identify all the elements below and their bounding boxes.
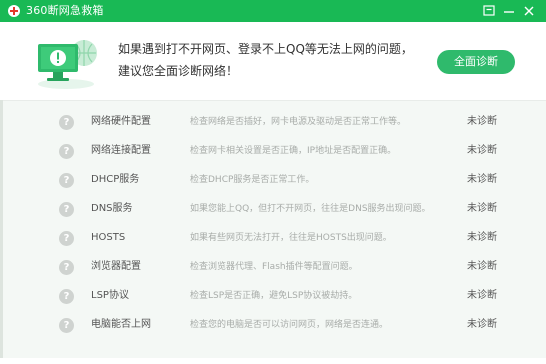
full-diagnosis-button[interactable]: 全面诊断 [437,50,515,74]
check-status: 未诊断 [467,174,497,185]
check-row: ? 网络连接配置 检查网卡相关设置是否正确，IP地址是否配置正确。 未诊断 [0,137,546,165]
check-row: ? 浏览器配置 检查浏览器代理、Flash插件等配置问题。 未诊断 [0,253,546,281]
minimize-icon [504,11,514,13]
check-status: 未诊断 [467,261,497,272]
question-icon: ? [59,144,74,159]
check-row: ? LSP协议 检查LSP是否正确，避免LSP协议被劫持。 未诊断 [0,282,546,310]
check-status: 未诊断 [467,232,497,243]
check-name: 电脑能否上网 [91,319,151,330]
check-description: 检查您的电脑是否可以访问网页，网络是否连通。 [190,320,389,330]
question-icon: ? [59,289,74,304]
bottom-edge [0,358,546,364]
minimize-button[interactable] [500,2,518,20]
check-status: 未诊断 [467,116,497,127]
check-description: 检查DHCP服务是否正常工作。 [190,175,315,185]
menu-icon [483,5,495,16]
check-description: 检查LSP是否正确，避免LSP协议被劫持。 [190,291,358,301]
check-row: ? 电脑能否上网 检查您的电脑是否可以访问网页，网络是否连通。 未诊断 [0,311,546,339]
check-status: 未诊断 [467,319,497,330]
check-status: 未诊断 [467,145,497,156]
question-icon: ? [59,231,74,246]
app-logo-icon [8,5,20,17]
headline-text: 如果遇到打不开网页、登录不上QQ等无法上网的问题， 建议您全面诊断网络！ [118,38,418,82]
check-status: 未诊断 [467,203,497,214]
diagnosis-window: 360断网急救箱 如果遇到打不开网页、登录不上QQ等无法上网的问题， 建议您全面… [0,0,546,364]
check-name: HOSTS [91,232,126,243]
check-description: 检查网卡相关设置是否正确，IP地址是否配置正确。 [190,146,397,156]
question-icon: ? [59,173,74,188]
check-name: 浏览器配置 [91,261,141,272]
check-description: 检查浏览器代理、Flash插件等配置问题。 [190,262,358,272]
check-description: 如果有些网页无法打开，往往是HOSTS出现问题。 [190,233,392,243]
headline-line-2: 建议您全面诊断网络！ [118,64,239,78]
check-description: 检查网络是否插好，网卡电源及驱动是否正常工作等。 [190,117,407,127]
check-row: ? HOSTS 如果有些网页无法打开，往往是HOSTS出现问题。 未诊断 [0,224,546,252]
menu-button[interactable] [480,2,498,20]
check-name: DHCP服务 [91,174,140,185]
close-button[interactable] [520,2,538,20]
check-status: 未诊断 [467,290,497,301]
question-icon: ? [59,202,74,217]
check-row: ? 网络硬件配置 检查网络是否插好，网卡电源及驱动是否正常工作等。 未诊断 [0,108,546,136]
title-bar: 360断网急救箱 [0,0,546,22]
check-name: 网络连接配置 [91,145,151,156]
check-description: 如果您能上QQ，但打不开网页，往往是DNS服务出现问题。 [190,204,431,214]
close-icon [524,6,534,16]
check-name: LSP协议 [91,290,129,301]
check-row: ? DHCP服务 检查DHCP服务是否正常工作。 未诊断 [0,166,546,194]
window-title: 360断网急救箱 [26,4,104,17]
header-panel: 如果遇到打不开网页、登录不上QQ等无法上网的问题， 建议您全面诊断网络！ 全面诊… [0,22,546,101]
headline-line-1: 如果遇到打不开网页、登录不上QQ等无法上网的问题， [118,42,413,56]
check-list: ? 网络硬件配置 检查网络是否插好，网卡电源及驱动是否正常工作等。 未诊断? 网络连接配… [0,108,546,340]
check-row: ? DNS服务 如果您能上QQ，但打不开网页，往往是DNS服务出现问题。 未诊断 [0,195,546,223]
question-icon: ? [59,115,74,130]
network-monitor-icon [38,40,97,89]
check-name: 网络硬件配置 [91,116,151,127]
check-name: DNS服务 [91,203,133,214]
question-icon: ? [59,260,74,275]
question-icon: ? [59,318,74,333]
